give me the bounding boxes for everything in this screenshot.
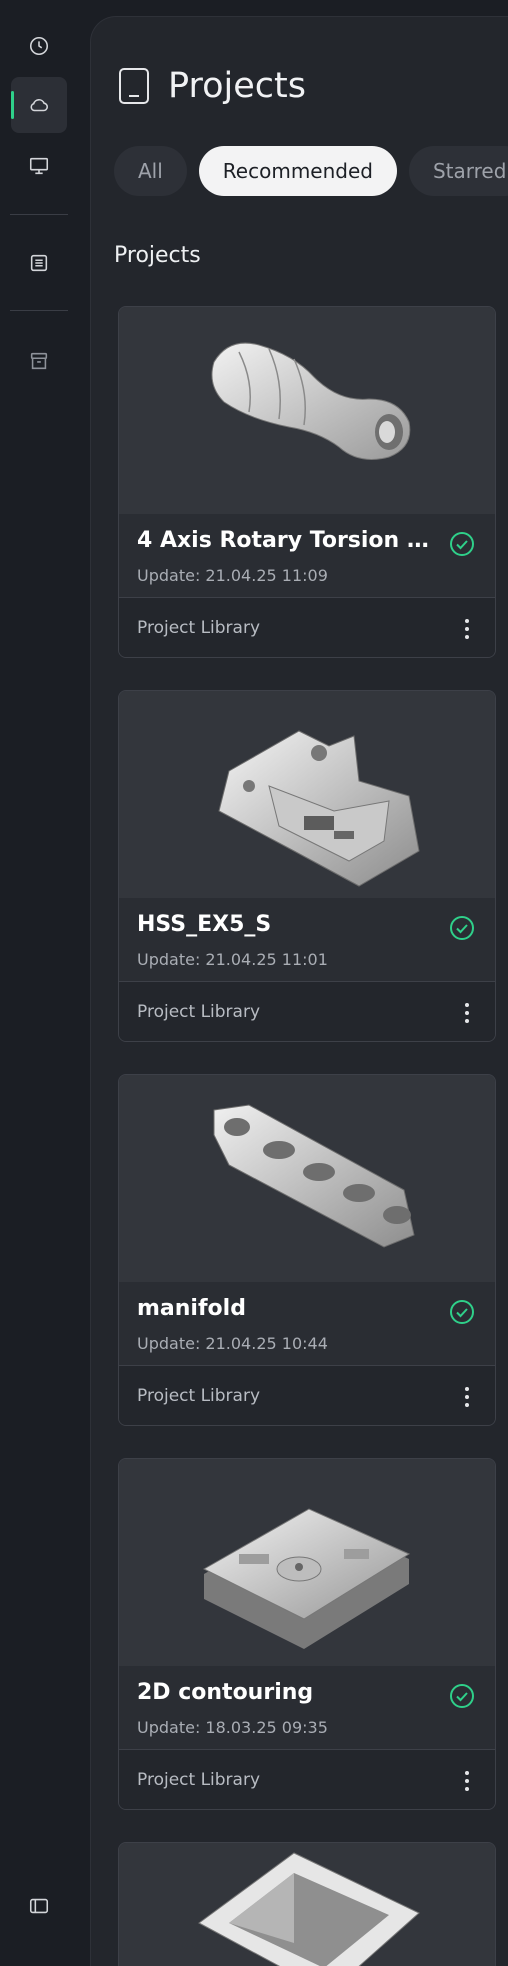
project-card[interactable]: 2D contouring Update: 18.03.25 09:35 Pro… xyxy=(118,1458,496,1810)
page-header: Projects xyxy=(118,66,306,106)
more-options-icon[interactable] xyxy=(457,1768,477,1794)
clock-icon xyxy=(29,36,49,56)
documents-button[interactable] xyxy=(11,235,67,291)
synced-check-icon xyxy=(449,1683,475,1709)
rail-divider xyxy=(10,310,68,311)
left-rail xyxy=(0,0,78,1966)
cloud-button[interactable] xyxy=(11,77,67,133)
torsion-shaft-image xyxy=(211,342,411,460)
cloud-icon xyxy=(30,99,48,112)
project-date: Update: 18.03.25 09:35 xyxy=(137,1718,328,1737)
housing-part-image xyxy=(218,730,420,887)
archive-button[interactable] xyxy=(11,333,67,389)
project-card[interactable]: 4 Axis Rotary Torsion Sha... Update: 21.… xyxy=(118,306,496,658)
monitor-icon xyxy=(29,157,49,175)
project-title: 2D contouring xyxy=(137,1680,314,1705)
tablet-icon xyxy=(119,68,149,104)
project-location: Project Library xyxy=(137,1770,261,1790)
project-date: Update: 21.04.25 11:09 xyxy=(137,566,328,585)
tab-all[interactable]: All xyxy=(114,146,187,196)
project-thumbnail xyxy=(119,1459,495,1666)
project-thumbnail xyxy=(119,307,495,514)
recent-button[interactable] xyxy=(11,18,67,74)
project-location: Project Library xyxy=(137,618,261,638)
sidebar-toggle-button[interactable] xyxy=(11,1878,67,1934)
tab-recommended[interactable]: Recommended xyxy=(198,146,397,196)
document-list-icon xyxy=(30,254,48,272)
project-location: Project Library xyxy=(137,1002,261,1022)
project-info: 4 Axis Rotary Torsion Sha... Update: 21.… xyxy=(119,514,495,597)
project-date: Update: 21.04.25 10:44 xyxy=(137,1334,328,1353)
rail-divider xyxy=(10,214,68,215)
contour-plate-image xyxy=(202,1508,411,1649)
project-title: manifold xyxy=(137,1296,246,1321)
project-thumbnail xyxy=(119,1843,495,1966)
manifold-image xyxy=(213,1104,415,1248)
more-options-icon[interactable] xyxy=(457,616,477,642)
page-title: Projects xyxy=(168,66,306,106)
filter-tabs: All Recommended Starred xyxy=(114,146,508,196)
project-title: HSS_EX5_S xyxy=(137,912,272,937)
sidebar-toggle-icon xyxy=(29,1898,49,1914)
project-footer: Project Library xyxy=(119,1749,495,1809)
project-thumbnail xyxy=(119,691,495,898)
pocket-part-image xyxy=(198,1852,420,1966)
synced-check-icon xyxy=(449,915,475,941)
project-info: 2D contouring Update: 18.03.25 09:35 xyxy=(119,1666,495,1749)
more-options-icon[interactable] xyxy=(457,1000,477,1026)
project-thumbnail xyxy=(119,1075,495,1282)
synced-check-icon xyxy=(449,1299,475,1325)
project-info: HSS_EX5_S Update: 21.04.25 11:01 xyxy=(119,898,495,981)
archive-icon xyxy=(30,352,48,370)
project-card[interactable]: manifold Update: 21.04.25 10:44 Project … xyxy=(118,1074,496,1426)
synced-check-icon xyxy=(449,531,475,557)
section-title: Projects xyxy=(114,243,201,268)
project-footer: Project Library xyxy=(119,981,495,1041)
project-footer: Project Library xyxy=(119,597,495,657)
project-footer: Project Library xyxy=(119,1365,495,1425)
project-card[interactable]: HSS_EX5_S Update: 21.04.25 11:01 Project… xyxy=(118,690,496,1042)
project-info: manifold Update: 21.04.25 10:44 xyxy=(119,1282,495,1365)
more-options-icon[interactable] xyxy=(457,1384,477,1410)
tab-starred[interactable]: Starred xyxy=(408,146,508,196)
project-date: Update: 21.04.25 11:01 xyxy=(137,950,328,969)
project-location: Project Library xyxy=(137,1386,261,1406)
project-title: 4 Axis Rotary Torsion Sha... xyxy=(137,528,433,553)
local-button[interactable] xyxy=(11,138,67,194)
project-card[interactable] xyxy=(118,1842,496,1966)
